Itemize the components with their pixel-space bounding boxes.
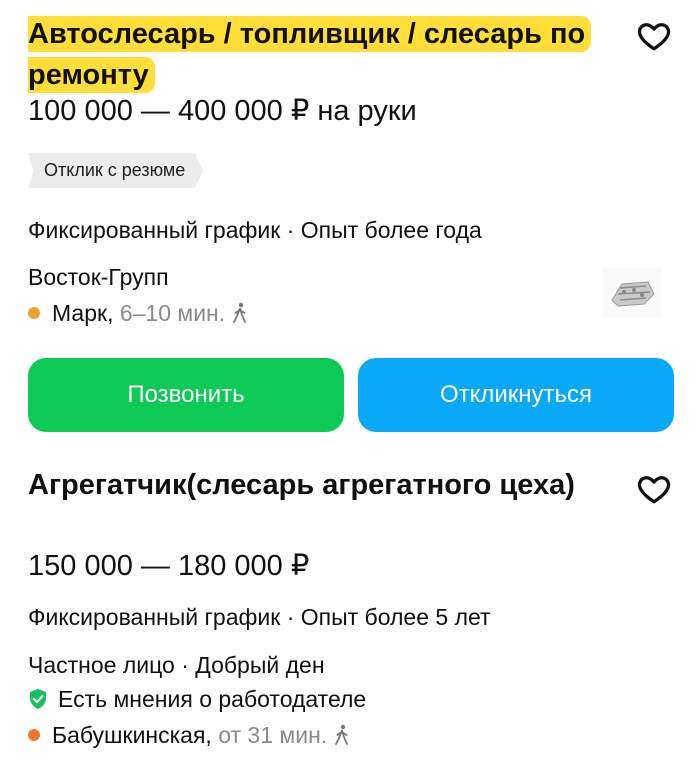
employer-reviews-text[interactable]: Есть мнения о работодателе bbox=[58, 686, 366, 712]
metro-station: Бабушкинская, bbox=[52, 722, 212, 748]
metro-dot-icon bbox=[28, 306, 40, 319]
metro-info: Бабушкинская, от 31 мин. bbox=[28, 720, 351, 750]
company-name[interactable]: Восток-Групп bbox=[28, 262, 169, 292]
walk-icon bbox=[233, 302, 247, 323]
verified-shield-icon bbox=[30, 688, 46, 709]
company-logo[interactable] bbox=[602, 268, 662, 318]
vacancy-title-text[interactable]: Автослесарь / топливщик / слесарь по рем… bbox=[28, 16, 592, 93]
vacancy-card[interactable]: Автослесарь / топливщик / слесарь по рем… bbox=[0, 0, 700, 450]
vacancy-card[interactable]: Агрегатчик(слесарь агрегатного цеха) 150… bbox=[0, 455, 700, 769]
employer-reviews[interactable]: Есть мнения о работодателе bbox=[28, 684, 366, 714]
schedule-experience: Фиксированный график · Опыт более 5 лет bbox=[28, 604, 491, 630]
response-chip: Отклик с резюме bbox=[28, 153, 204, 188]
walk-icon bbox=[335, 724, 349, 745]
apply-button[interactable]: Откликнуться bbox=[358, 358, 674, 432]
vacancy-title[interactable]: Автослесарь / топливщик / слесарь по рем… bbox=[28, 14, 592, 96]
heart-icon[interactable] bbox=[636, 18, 672, 54]
metro-info: Марк, 6–10 мин. bbox=[28, 298, 249, 328]
metro-time: от 31 мин. bbox=[218, 722, 328, 748]
schedule-experience: Фиксированный график · Опыт более года bbox=[28, 217, 482, 243]
salary: 150 000 — 180 000 ₽ bbox=[28, 550, 310, 582]
heart-icon[interactable] bbox=[636, 471, 672, 507]
company-name[interactable]: Частное лицо · Добрый ден bbox=[28, 650, 325, 680]
metro-station: Марк, bbox=[52, 300, 114, 326]
metro-dot-icon bbox=[28, 728, 40, 741]
metro-time: 6–10 мин. bbox=[119, 300, 226, 326]
vacancy-title[interactable]: Агрегатчик(слесарь агрегатного цеха) bbox=[28, 465, 588, 506]
call-button[interactable]: Позвонить bbox=[28, 358, 344, 432]
salary: 100 000 — 400 000 ₽ на руки bbox=[28, 95, 417, 127]
